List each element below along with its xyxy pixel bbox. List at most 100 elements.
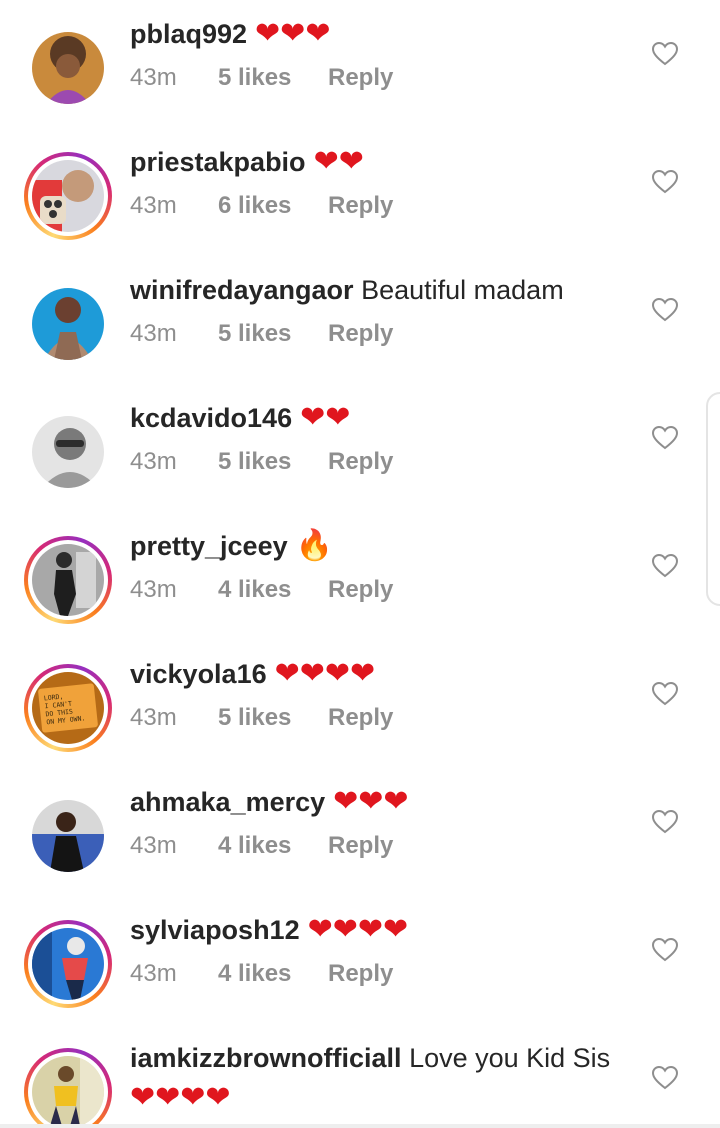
comment-time: 43m [130,448,177,475]
comment-item: LORD, I CAN'T DO THIS ON MY OWN. vickyol… [0,640,720,768]
comment-emoji: ❤❤❤ [255,16,331,51]
avatar[interactable] [24,792,112,880]
comment-body: Love you Kid Sis [409,1043,611,1073]
like-heart-icon[interactable] [652,1066,678,1090]
reply-button[interactable]: Reply [328,318,393,350]
comment-emoji: ❤❤❤❤ [307,912,409,947]
reply-button[interactable]: Reply [328,62,393,94]
comment-username[interactable]: sylviaposh12 [130,915,300,945]
comment-meta: 43m 4 likes Reply [130,958,393,990]
comment-text-line: vickyola16 ❤❤❤❤ [130,656,375,692]
comment-text-line: priestakpabio ❤❤ [130,144,364,180]
fire-emoji: 🔥 [295,528,333,563]
avatar-gap [28,540,108,620]
comment-body: Beautiful madam [361,275,564,305]
reply-button[interactable]: Reply [328,446,393,478]
comment-text-line: pblaq992 ❤❤❤ [130,16,330,52]
comment-username[interactable]: vickyola16 [130,659,267,689]
comment-time: 43m [130,832,177,859]
avatar-image [32,544,104,616]
avatar-story-ring[interactable]: LORD, I CAN'T DO THIS ON MY OWN. [24,664,112,752]
comments-list: pblaq992 ❤❤❤ 43m 5 likes Reply priestakp… [0,0,720,1128]
avatar-image [32,288,104,360]
comment-meta: 43m 4 likes Reply [130,574,393,606]
reply-button[interactable]: Reply [328,190,393,222]
comment-item: iamkizzbrownofficiall Love you Kid Sis ❤… [0,1024,720,1124]
comment-meta: 43m 6 likes Reply [130,190,393,222]
like-heart-icon[interactable] [652,298,678,322]
comment-item: winifredayangaor Beautiful madam 43m 5 li… [0,256,720,384]
comment-time: 43m [130,704,177,731]
like-heart-icon[interactable] [652,682,678,706]
avatar-gap [28,156,108,236]
comment-time: 43m [130,576,177,603]
bottom-divider [0,1124,720,1128]
reply-button[interactable]: Reply [328,574,393,606]
comment-time: 43m [130,320,177,347]
comment-likes[interactable]: 6 likes [218,190,328,222]
comment-likes[interactable]: 4 likes [218,830,328,862]
comment-emoji: ❤❤ [300,400,351,435]
comment-meta: 43m 4 likes Reply [130,830,393,862]
comment-emoji: ❤❤ [313,144,364,179]
avatar-image [32,160,104,232]
comment-likes[interactable]: 5 likes [218,318,328,350]
avatar-image [32,32,104,104]
comment-username[interactable]: pblaq992 [130,19,247,49]
avatar-gap [28,1052,108,1124]
comment-meta: 43m 5 likes Reply [130,446,393,478]
like-heart-icon[interactable] [652,170,678,194]
comment-likes[interactable]: 5 likes [218,702,328,734]
comment-username[interactable]: iamkizzbrownofficiall [130,1043,402,1073]
avatar[interactable] [24,408,112,496]
comment-username[interactable]: pretty_jceey [130,531,288,561]
comment-time: 43m [130,64,177,91]
avatar[interactable] [24,24,112,112]
reply-button[interactable]: Reply [328,958,393,990]
like-heart-icon[interactable] [652,810,678,834]
scroll-handle[interactable] [706,392,720,606]
comment-likes[interactable]: 4 likes [218,958,328,990]
avatar-story-ring[interactable] [24,920,112,1008]
avatar-image [32,416,104,488]
comment-text-line: sylviaposh12 ❤❤❤❤ [130,912,408,948]
comment-text-line: ahmaka_mercy ❤❤❤ [130,784,409,820]
comment-item: ahmaka_mercy ❤❤❤ 43m 4 likes Reply [0,768,720,896]
avatar[interactable] [24,280,112,368]
comment-item: pblaq992 ❤❤❤ 43m 5 likes Reply [0,0,720,128]
comment-item: pretty_jceey 🔥 43m 4 likes Reply [0,512,720,640]
comment-emoji: ❤❤❤ [333,784,409,819]
comment-username[interactable]: ahmaka_mercy [130,787,325,817]
comment-text-line: kcdavido146 ❤❤ [130,400,350,436]
comment-text-line: pretty_jceey 🔥 [130,528,333,564]
comment-meta: 43m 5 likes Reply [130,702,393,734]
comment-meta: 43m 5 likes Reply [130,62,393,94]
avatar-story-ring[interactable] [24,1048,112,1124]
comment-item: priestakpabio ❤❤ 43m 6 likes Reply [0,128,720,256]
comment-likes[interactable]: 5 likes [218,446,328,478]
comment-time: 43m [130,960,177,987]
avatar-image: LORD, I CAN'T DO THIS ON MY OWN. [32,672,104,744]
comment-username[interactable]: priestakpabio [130,147,306,177]
like-heart-icon[interactable] [652,554,678,578]
comment-time: 43m [130,192,177,219]
like-heart-icon[interactable] [652,938,678,962]
comment-username[interactable]: kcdavido146 [130,403,292,433]
comment-meta: 43m 5 likes Reply [130,318,393,350]
comment-text-line: winifredayangaor Beautiful madam [130,272,564,308]
avatar-image [32,1056,104,1124]
avatar-story-ring[interactable] [24,536,112,624]
comment-likes[interactable]: 4 likes [218,574,328,606]
reply-button[interactable]: Reply [328,830,393,862]
avatar-story-ring[interactable] [24,152,112,240]
comment-likes[interactable]: 5 likes [218,62,328,94]
reply-button[interactable]: Reply [328,702,393,734]
comment-emoji-line: ❤❤❤❤ [130,1080,231,1115]
like-heart-icon[interactable] [652,426,678,450]
like-heart-icon[interactable] [652,42,678,66]
avatar-gap [28,924,108,1004]
comment-username[interactable]: winifredayangaor [130,275,354,305]
avatar-gap: LORD, I CAN'T DO THIS ON MY OWN. [28,668,108,748]
avatar-image [32,800,104,872]
comment-item: kcdavido146 ❤❤ 43m 5 likes Reply [0,384,720,512]
